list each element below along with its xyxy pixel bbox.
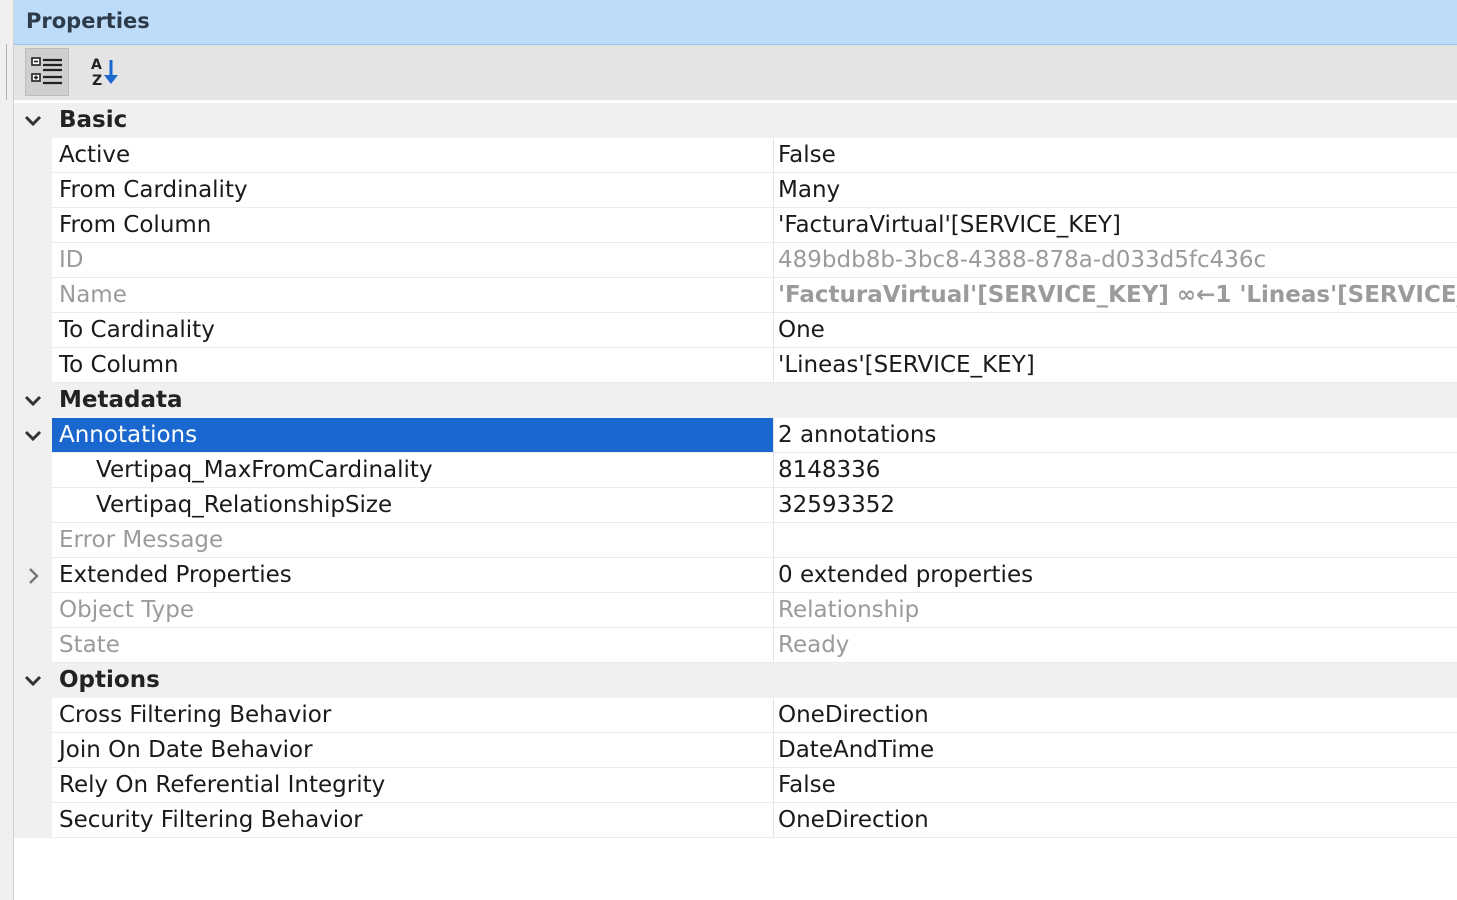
property-row-extended-properties[interactable]: Extended Properties 0 extended properties xyxy=(14,558,1457,593)
categorized-icon xyxy=(31,57,62,85)
property-row-active[interactable]: Active False xyxy=(14,138,1457,173)
svg-text:A: A xyxy=(91,57,102,73)
property-value[interactable]: DateAndTime xyxy=(774,733,1457,768)
chevron-down-icon[interactable] xyxy=(24,672,42,690)
property-value: Relationship xyxy=(774,593,1457,628)
property-name[interactable]: Cross Filtering Behavior xyxy=(52,698,774,733)
categorized-view-button[interactable] xyxy=(25,48,69,96)
property-name[interactable]: Error Message xyxy=(52,523,774,558)
category-label: Options xyxy=(59,667,160,693)
property-row-to-cardinality[interactable]: To Cardinality One xyxy=(14,313,1457,348)
row-gutter xyxy=(14,138,52,173)
property-name[interactable]: Security Filtering Behavior xyxy=(52,803,774,838)
property-value[interactable]: 8148336 xyxy=(774,453,1457,488)
properties-panel: Properties A Z Basic Active False From C… xyxy=(14,0,1457,900)
property-row-state[interactable]: State Ready xyxy=(14,628,1457,663)
property-value: 'FacturaVirtual'[SERVICE_KEY] ∞←1 'Linea… xyxy=(774,278,1457,313)
property-row-security-filtering-behavior[interactable]: Security Filtering Behavior OneDirection xyxy=(14,803,1457,838)
row-gutter xyxy=(14,173,52,208)
row-gutter xyxy=(14,733,52,768)
property-row-annotations[interactable]: Annotations 2 annotations xyxy=(14,418,1457,453)
property-name[interactable]: Extended Properties xyxy=(52,558,774,593)
chevron-down-icon[interactable] xyxy=(24,112,42,130)
property-row-vertipaq-maxfromcardinality[interactable]: Vertipaq_MaxFromCardinality 8148336 xyxy=(14,453,1457,488)
property-value[interactable]: False xyxy=(774,768,1457,803)
property-row-join-on-date-behavior[interactable]: Join On Date Behavior DateAndTime xyxy=(14,733,1457,768)
property-value: Ready xyxy=(774,628,1457,663)
property-name[interactable]: Name xyxy=(52,278,774,313)
sort-alphabetical-icon: A Z xyxy=(91,57,118,88)
chevron-down-icon[interactable] xyxy=(24,392,42,410)
grid-empty-area xyxy=(14,838,1457,900)
property-name[interactable]: State xyxy=(52,628,774,663)
property-row-id[interactable]: ID 489bdb8b-3bc8-4388-878a-d033d5fc436c xyxy=(14,243,1457,278)
row-gutter xyxy=(14,488,52,523)
property-name[interactable]: From Column xyxy=(52,208,774,243)
property-value[interactable]: OneDirection xyxy=(774,698,1457,733)
property-row-object-type[interactable]: Object Type Relationship xyxy=(14,593,1457,628)
row-gutter xyxy=(14,348,52,383)
chevron-down-icon[interactable] xyxy=(24,427,42,445)
left-window-edge xyxy=(0,0,14,900)
property-value: 489bdb8b-3bc8-4388-878a-d033d5fc436c xyxy=(774,243,1457,278)
property-value[interactable]: 2 annotations xyxy=(774,418,1457,453)
category-label: Basic xyxy=(59,107,128,133)
property-name[interactable]: Vertipaq_RelationshipSize xyxy=(52,488,774,523)
property-row-from-cardinality[interactable]: From Cardinality Many xyxy=(14,173,1457,208)
row-gutter[interactable] xyxy=(14,558,52,593)
row-gutter xyxy=(14,698,52,733)
row-gutter[interactable] xyxy=(14,663,52,698)
row-gutter xyxy=(14,313,52,348)
row-gutter xyxy=(14,243,52,278)
row-gutter xyxy=(14,628,52,663)
svg-text:Z: Z xyxy=(92,73,102,88)
property-name[interactable]: Annotations xyxy=(52,418,774,453)
property-name[interactable]: Join On Date Behavior xyxy=(52,733,774,768)
property-name[interactable]: To Cardinality xyxy=(52,313,774,348)
property-row-vertipaq-relationshipsize[interactable]: Vertipaq_RelationshipSize 32593352 xyxy=(14,488,1457,523)
row-gutter xyxy=(14,768,52,803)
panel-title: Properties xyxy=(14,0,1457,45)
property-grid: Basic Active False From Cardinality Many From… xyxy=(14,103,1457,838)
property-value[interactable]: One xyxy=(774,313,1457,348)
property-value[interactable]: 32593352 xyxy=(774,488,1457,523)
row-gutter xyxy=(14,278,52,313)
property-value[interactable]: Many xyxy=(774,173,1457,208)
row-gutter[interactable] xyxy=(14,383,52,418)
category-row-options[interactable]: Options xyxy=(14,663,1457,698)
property-row-from-column[interactable]: From Column 'FacturaVirtual'[SERVICE_KEY] xyxy=(14,208,1457,243)
category-label: Metadata xyxy=(59,387,183,413)
property-name[interactable]: To Column xyxy=(52,348,774,383)
row-gutter[interactable] xyxy=(14,418,52,453)
sort-alphabetical-button[interactable]: A Z xyxy=(84,48,128,96)
property-name[interactable]: From Cardinality xyxy=(52,173,774,208)
property-name[interactable]: Rely On Referential Integrity xyxy=(52,768,774,803)
property-name[interactable]: Vertipaq_MaxFromCardinality xyxy=(52,453,774,488)
property-row-name[interactable]: Name 'FacturaVirtual'[SERVICE_KEY] ∞←1 'L… xyxy=(14,278,1457,313)
splitter-mark xyxy=(6,44,7,100)
row-gutter[interactable] xyxy=(14,103,52,138)
category-row-basic[interactable]: Basic xyxy=(14,103,1457,138)
properties-toolbar: A Z xyxy=(14,45,1457,100)
property-name[interactable]: ID xyxy=(52,243,774,278)
row-gutter xyxy=(14,208,52,243)
property-row-error-message[interactable]: Error Message xyxy=(14,523,1457,558)
property-value[interactable]: 0 extended properties xyxy=(774,558,1457,593)
property-value[interactable]: False xyxy=(774,138,1457,173)
property-value[interactable]: 'Lineas'[SERVICE_KEY] xyxy=(774,348,1457,383)
property-name[interactable]: Active xyxy=(52,138,774,173)
row-gutter xyxy=(14,523,52,558)
property-value[interactable]: 'FacturaVirtual'[SERVICE_KEY] xyxy=(774,208,1457,243)
property-row-to-column[interactable]: To Column 'Lineas'[SERVICE_KEY] xyxy=(14,348,1457,383)
property-row-cross-filtering-behavior[interactable]: Cross Filtering Behavior OneDirection xyxy=(14,698,1457,733)
row-gutter xyxy=(14,593,52,628)
row-gutter xyxy=(14,803,52,838)
property-name[interactable]: Object Type xyxy=(52,593,774,628)
chevron-right-icon[interactable] xyxy=(24,567,42,585)
property-value xyxy=(774,523,1457,558)
property-row-rely-on-referential-integrity[interactable]: Rely On Referential Integrity False xyxy=(14,768,1457,803)
category-row-metadata[interactable]: Metadata xyxy=(14,383,1457,418)
property-value[interactable]: OneDirection xyxy=(774,803,1457,838)
row-gutter xyxy=(14,453,52,488)
